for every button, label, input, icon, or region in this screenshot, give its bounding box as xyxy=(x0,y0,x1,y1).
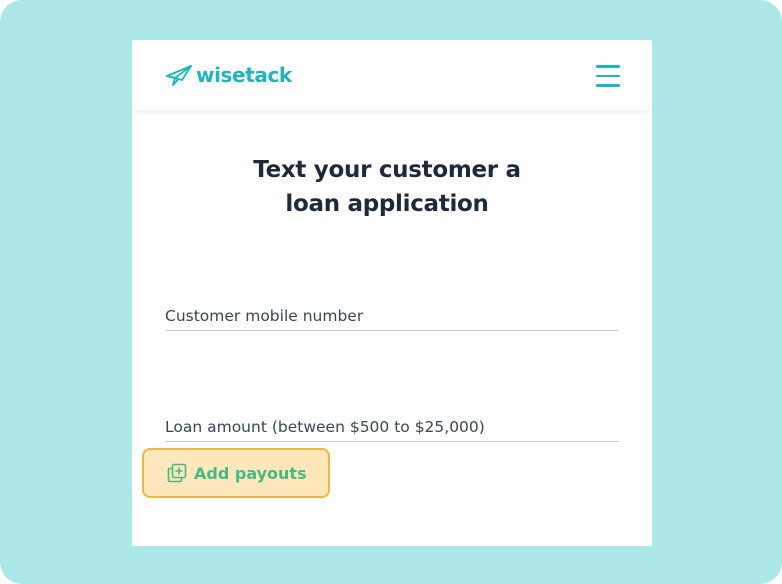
add-payouts-label: Add payouts xyxy=(194,463,307,483)
add-payouts-button[interactable]: Add payouts xyxy=(142,448,330,498)
page-title-line-2: loan application xyxy=(285,191,489,217)
menu-line xyxy=(596,65,620,68)
add-copy-icon xyxy=(167,463,187,483)
customer-mobile-number-field xyxy=(165,302,619,331)
menu-line xyxy=(596,84,620,87)
customer-mobile-number-input[interactable] xyxy=(165,302,619,330)
wisetack-logo[interactable]: wisetack xyxy=(165,62,292,88)
loan-amount-field xyxy=(165,413,619,442)
app-card: wisetack Text your customer a loan appli… xyxy=(132,40,652,546)
loan-amount-input[interactable] xyxy=(165,413,619,441)
screenshot-background: wisetack Text your customer a loan appli… xyxy=(0,0,782,584)
page-title: Text your customer a loan application xyxy=(192,153,582,221)
paper-plane-bird-icon xyxy=(166,65,192,86)
brand-name: wisetack xyxy=(196,63,292,87)
page-title-line-1: Text your customer a xyxy=(253,157,521,183)
menu-line xyxy=(596,74,620,78)
top-navigation-bar: wisetack xyxy=(132,40,652,110)
hamburger-menu-icon[interactable] xyxy=(596,65,620,87)
